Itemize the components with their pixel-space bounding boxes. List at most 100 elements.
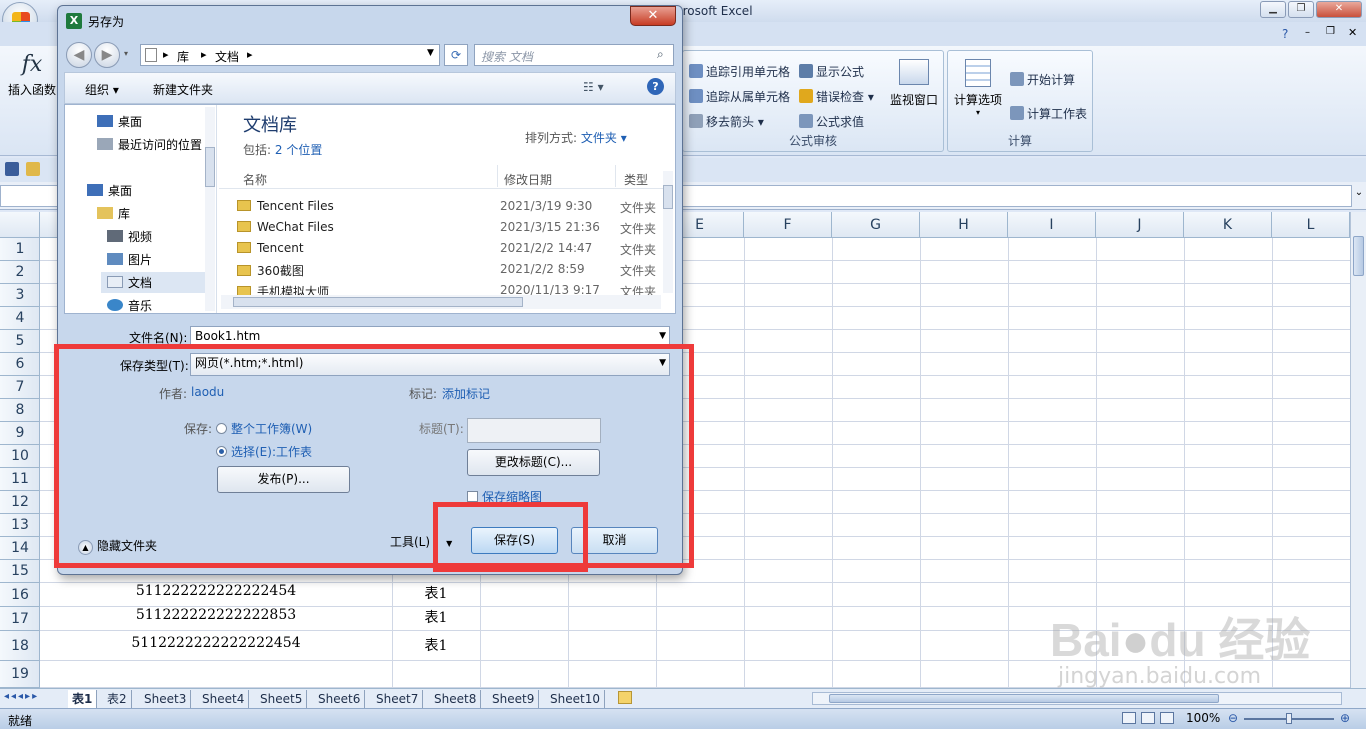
- breadcrumb-documents[interactable]: 文档: [215, 48, 239, 65]
- search-icon[interactable]: ⌕: [657, 47, 664, 62]
- insert-function-button[interactable]: fx 插入函数: [4, 52, 60, 112]
- open-icon[interactable]: [26, 162, 40, 176]
- trace-precedents[interactable]: 追踪引用单元格: [689, 63, 790, 80]
- row-header[interactable]: 12: [0, 491, 40, 514]
- file-row[interactable]: WeChat Files 2021/3/15 21:36 文件夹: [237, 220, 657, 236]
- row-header[interactable]: 5: [0, 330, 40, 353]
- remove-arrows[interactable]: 移去箭头 ▾: [689, 113, 764, 130]
- row-header[interactable]: 14: [0, 537, 40, 560]
- col-date[interactable]: 修改日期: [504, 171, 552, 188]
- column-header[interactable]: L: [1272, 212, 1350, 238]
- column-header[interactable]: H: [920, 212, 1008, 238]
- nav-item-videos[interactable]: 视频: [107, 228, 152, 245]
- row-header[interactable]: 2: [0, 261, 40, 284]
- insert-sheet-icon[interactable]: [618, 691, 632, 704]
- file-row[interactable]: Tencent 2021/2/2 14:47 文件夹: [237, 241, 657, 257]
- file-hscrollbar[interactable]: [221, 295, 661, 309]
- back-button[interactable]: ◀: [66, 42, 92, 68]
- includes-link[interactable]: 2 个位置: [275, 143, 322, 157]
- new-folder-button[interactable]: 新建文件夹: [153, 81, 213, 98]
- row-header[interactable]: 13: [0, 514, 40, 537]
- sheet-tab[interactable]: Sheet8: [430, 690, 482, 708]
- help-icon[interactable]: ?: [647, 78, 664, 95]
- sheet-tab[interactable]: 表2: [103, 690, 132, 708]
- hscroll-thumb[interactable]: [829, 694, 1219, 703]
- sheet-tab[interactable]: Sheet3: [140, 690, 192, 708]
- row-header[interactable]: 18: [0, 631, 40, 661]
- trace-dependents[interactable]: 追踪从属单元格: [689, 88, 790, 105]
- maximize-button[interactable]: ❐: [1288, 1, 1314, 18]
- show-formulas[interactable]: 显示公式: [799, 63, 864, 80]
- view-options-icon[interactable]: ☷ ▾: [583, 80, 604, 94]
- vertical-scrollbar[interactable]: [1350, 212, 1366, 688]
- help-icon[interactable]: ?: [1282, 27, 1288, 41]
- zoom-level[interactable]: 100%: [1186, 711, 1220, 725]
- minimize-button[interactable]: ▁: [1260, 1, 1286, 18]
- row-header[interactable]: 17: [0, 607, 40, 631]
- calculate-now[interactable]: 开始计算: [1010, 71, 1075, 88]
- sheet-tab[interactable]: Sheet5: [256, 690, 308, 708]
- nav-item-desktop[interactable]: 桌面: [87, 182, 132, 199]
- row-header[interactable]: 3: [0, 284, 40, 307]
- address-dropdown-icon[interactable]: ▼: [427, 48, 434, 58]
- formula-expand-icon[interactable]: ⌄: [1352, 187, 1366, 205]
- nav-item-music[interactable]: 音乐: [107, 297, 152, 314]
- nav-item-pictures[interactable]: 图片: [107, 251, 152, 268]
- row-header[interactable]: 4: [0, 307, 40, 330]
- tab-nav-arrows-icon[interactable]: ◂◂◂▸▸: [4, 691, 39, 702]
- file-row[interactable]: Tencent Files 2021/3/19 9:30 文件夹: [237, 199, 657, 215]
- nav-item-documents[interactable]: 文档: [101, 272, 207, 293]
- row-header[interactable]: 11: [0, 468, 40, 491]
- refresh-icon[interactable]: ⟳: [444, 44, 468, 66]
- sort-dropdown[interactable]: 文件夹: [581, 131, 617, 145]
- error-checking[interactable]: 错误检查 ▾: [799, 88, 874, 105]
- zoom-out-icon[interactable]: ⊖: [1228, 711, 1238, 725]
- row-header[interactable]: 15: [0, 560, 40, 583]
- cell-b16[interactable]: 511222222222222454: [40, 583, 392, 599]
- normal-view-icon[interactable]: [1122, 712, 1136, 724]
- nav-item-recent[interactable]: 最近访问的位置: [97, 136, 202, 153]
- scroll-thumb[interactable]: [1353, 236, 1364, 276]
- row-header[interactable]: 1: [0, 238, 40, 261]
- ribbon-restore-icon[interactable]: ❐: [1326, 26, 1335, 37]
- col-name[interactable]: 名称: [243, 171, 267, 188]
- dialog-close-button[interactable]: ✕: [630, 6, 676, 26]
- sheet-tab[interactable]: Sheet7: [372, 690, 424, 708]
- file-vscrollbar[interactable]: [663, 171, 673, 293]
- sheet-tab[interactable]: Sheet6: [314, 690, 366, 708]
- ribbon-minimize-icon[interactable]: –: [1305, 27, 1310, 38]
- sheet-tab[interactable]: 表1: [68, 690, 98, 708]
- row-header[interactable]: 7: [0, 376, 40, 399]
- breadcrumb-library[interactable]: 库: [177, 48, 189, 65]
- cell-c16[interactable]: 表1: [392, 583, 480, 603]
- forward-button[interactable]: ▶: [94, 42, 120, 68]
- recent-pages-icon[interactable]: ▾: [124, 49, 128, 58]
- address-bar[interactable]: ▸ 库 ▸ 文档 ▸ ▼: [140, 44, 440, 66]
- row-header[interactable]: 19: [0, 661, 40, 688]
- row-header[interactable]: 10: [0, 445, 40, 468]
- column-header[interactable]: I: [1008, 212, 1096, 238]
- zoom-in-icon[interactable]: ⊕: [1340, 711, 1350, 725]
- calc-options-button[interactable]: 计算选项 ▾: [950, 59, 1006, 117]
- column-header[interactable]: G: [832, 212, 920, 238]
- nav-item-desktop-fav[interactable]: 桌面: [97, 113, 142, 130]
- select-all-corner[interactable]: [0, 212, 40, 238]
- cell-b17[interactable]: 511222222222222853: [40, 607, 392, 623]
- nav-item-library[interactable]: 库: [97, 205, 130, 222]
- horizontal-scrollbar[interactable]: [812, 692, 1342, 705]
- row-header[interactable]: 6: [0, 353, 40, 376]
- calculate-sheet[interactable]: 计算工作表: [1010, 105, 1087, 122]
- page-layout-icon[interactable]: [1141, 712, 1155, 724]
- column-header[interactable]: K: [1184, 212, 1272, 238]
- nav-scrollbar[interactable]: [205, 107, 215, 311]
- close-button[interactable]: ✕: [1316, 1, 1362, 18]
- column-header[interactable]: J: [1096, 212, 1184, 238]
- save-icon[interactable]: [5, 162, 19, 176]
- col-type[interactable]: 类型: [624, 171, 648, 188]
- row-header[interactable]: 16: [0, 583, 40, 607]
- cell-b18[interactable]: 5112222222222222454: [40, 635, 392, 651]
- sheet-tab[interactable]: Sheet9: [488, 690, 540, 708]
- cell-c18[interactable]: 表1: [392, 635, 480, 655]
- organize-button[interactable]: 组织 ▾: [85, 81, 119, 98]
- ribbon-close-icon[interactable]: ✕: [1348, 26, 1357, 39]
